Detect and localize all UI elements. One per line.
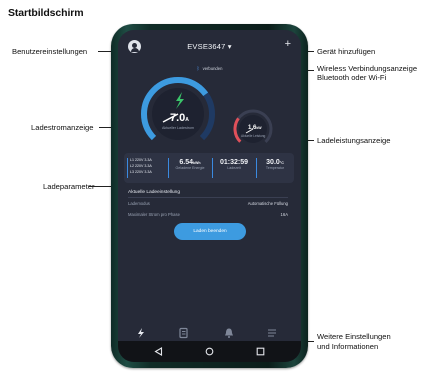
stop-charging-button[interactable]: Laden beenden	[174, 223, 246, 240]
system-nav-bar	[118, 341, 301, 362]
tab-charging-icon[interactable]	[134, 327, 148, 339]
stat-temp-label: Temperatur	[265, 166, 285, 170]
param-row[interactable]: Lademodus Automatische Füllung	[128, 201, 288, 209]
stat-energy-value: 6.54	[179, 159, 194, 166]
callout-more-1: Weitere Einstellungen	[317, 332, 391, 341]
tab-records-icon[interactable]	[177, 327, 191, 339]
param-row[interactable]: Maximaler Strom pro Phase 16A	[128, 212, 288, 220]
param-value: 16A	[280, 212, 288, 217]
params-divider	[128, 197, 288, 198]
callout-charging-power: Ladeleistungsanzeige	[317, 136, 391, 145]
stats-separator	[212, 158, 213, 178]
back-icon[interactable]	[154, 347, 163, 356]
callout-add-device: Gerät hinzufügen	[317, 47, 376, 56]
app-header: EVSE3647 ▾ +	[118, 30, 301, 58]
device-selector[interactable]: EVSE3647 ▾	[118, 42, 301, 51]
stat-temp-unit: °C	[279, 161, 284, 165]
current-value: 7.0	[170, 112, 186, 124]
stat-energy-unit: kWh	[193, 161, 201, 165]
bluetooth-icon: ᛒ	[196, 66, 200, 72]
stats-separator	[168, 158, 169, 178]
phase-list: L1 220V 3.3A L2 220V 3.3A L3 220V 3.3A	[130, 157, 164, 179]
current-label: Aktueller Ladestrom	[162, 126, 194, 130]
gauges-svg	[141, 77, 273, 151]
stats-separator	[127, 158, 128, 178]
params-title: Aktuelle Ladeeinstellung	[128, 190, 181, 195]
stat-time-value: 01:32:59	[219, 159, 249, 166]
charging-parameters: Aktuelle Ladeeinstellung Lademodus Autom…	[128, 190, 288, 220]
connection-status: verbunden	[202, 66, 223, 71]
add-device-button[interactable]: +	[285, 38, 291, 50]
annotated-screenshot: Startbildschirm Benutzereinstellungen La…	[0, 0, 425, 374]
stat-time-label: Ladezeit	[227, 166, 241, 170]
recent-apps-icon[interactable]	[256, 347, 265, 356]
param-label: Lademodus	[128, 201, 150, 206]
power-label: Aktuelle Leistung	[241, 134, 266, 138]
current-unit: A	[185, 117, 189, 123]
power-unit: kW	[256, 126, 262, 130]
stats-card: L1 220V 3.3A L2 220V 3.3A L3 220V 3.3A 6…	[124, 153, 294, 183]
callout-wireless-2: Bluetooth oder Wi-Fi	[317, 73, 387, 82]
tab-menu-icon[interactable]	[265, 327, 279, 339]
phone-mockup: EVSE3647 ▾ + ᛒ verbunden 7.0A Aktueller …	[111, 24, 308, 368]
stat-temp: 30.0°C Temperatur	[258, 157, 292, 179]
stat-time: 01:32:59 Ladezeit	[214, 157, 254, 179]
stats-separator	[256, 158, 257, 178]
stat-temp-value: 30.0	[266, 159, 280, 166]
tab-bar	[118, 325, 301, 341]
phase-l3: L3 220V 3.3A	[130, 170, 152, 174]
stat-energy: 6.54kWh Geladene Energie	[170, 157, 210, 179]
tab-notifications-icon[interactable]	[222, 327, 236, 339]
page-title: Startbildschirm	[8, 7, 84, 19]
power-value-wrap: 1.6kW	[248, 125, 262, 131]
app-screen: EVSE3647 ▾ + ᛒ verbunden 7.0A Aktueller …	[118, 30, 301, 362]
current-value-wrap: 7.0A	[170, 112, 189, 124]
param-value: Automatische Füllung	[247, 201, 288, 206]
home-icon[interactable]	[205, 347, 214, 356]
stat-energy-label: Geladene Energie	[175, 166, 205, 170]
callout-charging-params: Ladeparameter	[43, 182, 95, 191]
callout-user-settings: Benutzereinstellungen	[12, 47, 88, 56]
callout-wireless-1: Wireless Verbindungsanzeige	[317, 64, 418, 73]
callout-more-2: und Informationen	[317, 342, 379, 351]
param-label: Maximaler Strom pro Phase	[128, 212, 180, 217]
callout-charging-current: Ladestromanzeige	[31, 123, 94, 132]
connection-indicator: ᛒ verbunden	[118, 66, 301, 72]
gauges-area: 7.0A Aktueller Ladestrom 1.6kW Aktuelle …	[118, 74, 301, 154]
